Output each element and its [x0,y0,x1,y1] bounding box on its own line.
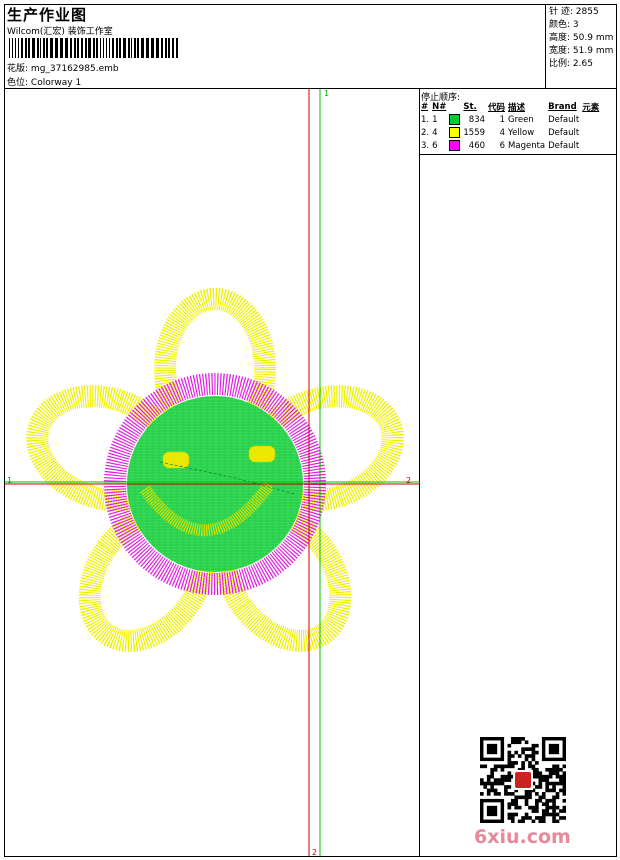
design-file: mg_37162985.emb [30,64,119,74]
colorway-label: 色位: [7,78,29,88]
stat-width: 宽度: 51.9 mm [549,46,614,56]
panel-header-divider [419,154,617,155]
axis-label-left: 1 [7,476,13,485]
col-code: 代码 [488,102,506,113]
stat-height: 高度: 50.9 mm [549,33,614,43]
color-swatch [449,140,461,151]
stat-colors: 颜色: 3 [549,20,579,30]
design-label: 花版: [7,64,29,74]
page-title: 生产作业图 [7,6,88,24]
table-row: 3. 6 460 6 Magenta Default [421,140,580,151]
col-element: 元素 [582,102,600,113]
axis-label-bottom: 2 [312,848,318,857]
col-index: # [421,101,429,112]
design-stats: 针 迹: 2855 颜色: 3 高度: 50.9 mm 宽度: 51.9 mm … [549,6,613,71]
stat-ratio: 比例: 2.65 [549,59,593,69]
col-color [449,100,463,113]
colorway-row: 色位: Colorway 1 [7,75,81,88]
embroidery-design [5,89,420,856]
col-description: 描述 [508,102,526,113]
page-subtitle: Wilcom(汇宏) 装饰工作室 [7,27,113,37]
stats-divider [545,4,546,88]
design-file-row: 花版: mg_37162985.emb [7,61,119,74]
color-swatch [449,114,461,125]
col-needle: N# [432,101,447,112]
stat-stitches: 针 迹: 2855 [549,7,599,17]
axis-label-top: 1 [324,89,330,98]
embroidery-design-area [5,89,420,856]
col-brand: Brand [548,101,577,112]
qr-code [480,737,567,824]
col-stitches: St. [463,101,477,112]
axis-label-right: 2 [406,476,412,485]
stop-sequence-table: # N# St. 代码 描述 Brand 元素 1. 1 834 1 Green… [421,100,602,152]
table-row: 2. 4 1559 4 Yellow Default [421,127,580,138]
watermark-logo: 6xiu.com [474,826,571,848]
barcode [9,38,181,58]
color-swatch [449,127,461,138]
colorway-value: Colorway 1 [30,78,82,88]
table-row: 1. 1 834 1 Green Default [421,114,580,125]
right-eye [248,445,276,463]
